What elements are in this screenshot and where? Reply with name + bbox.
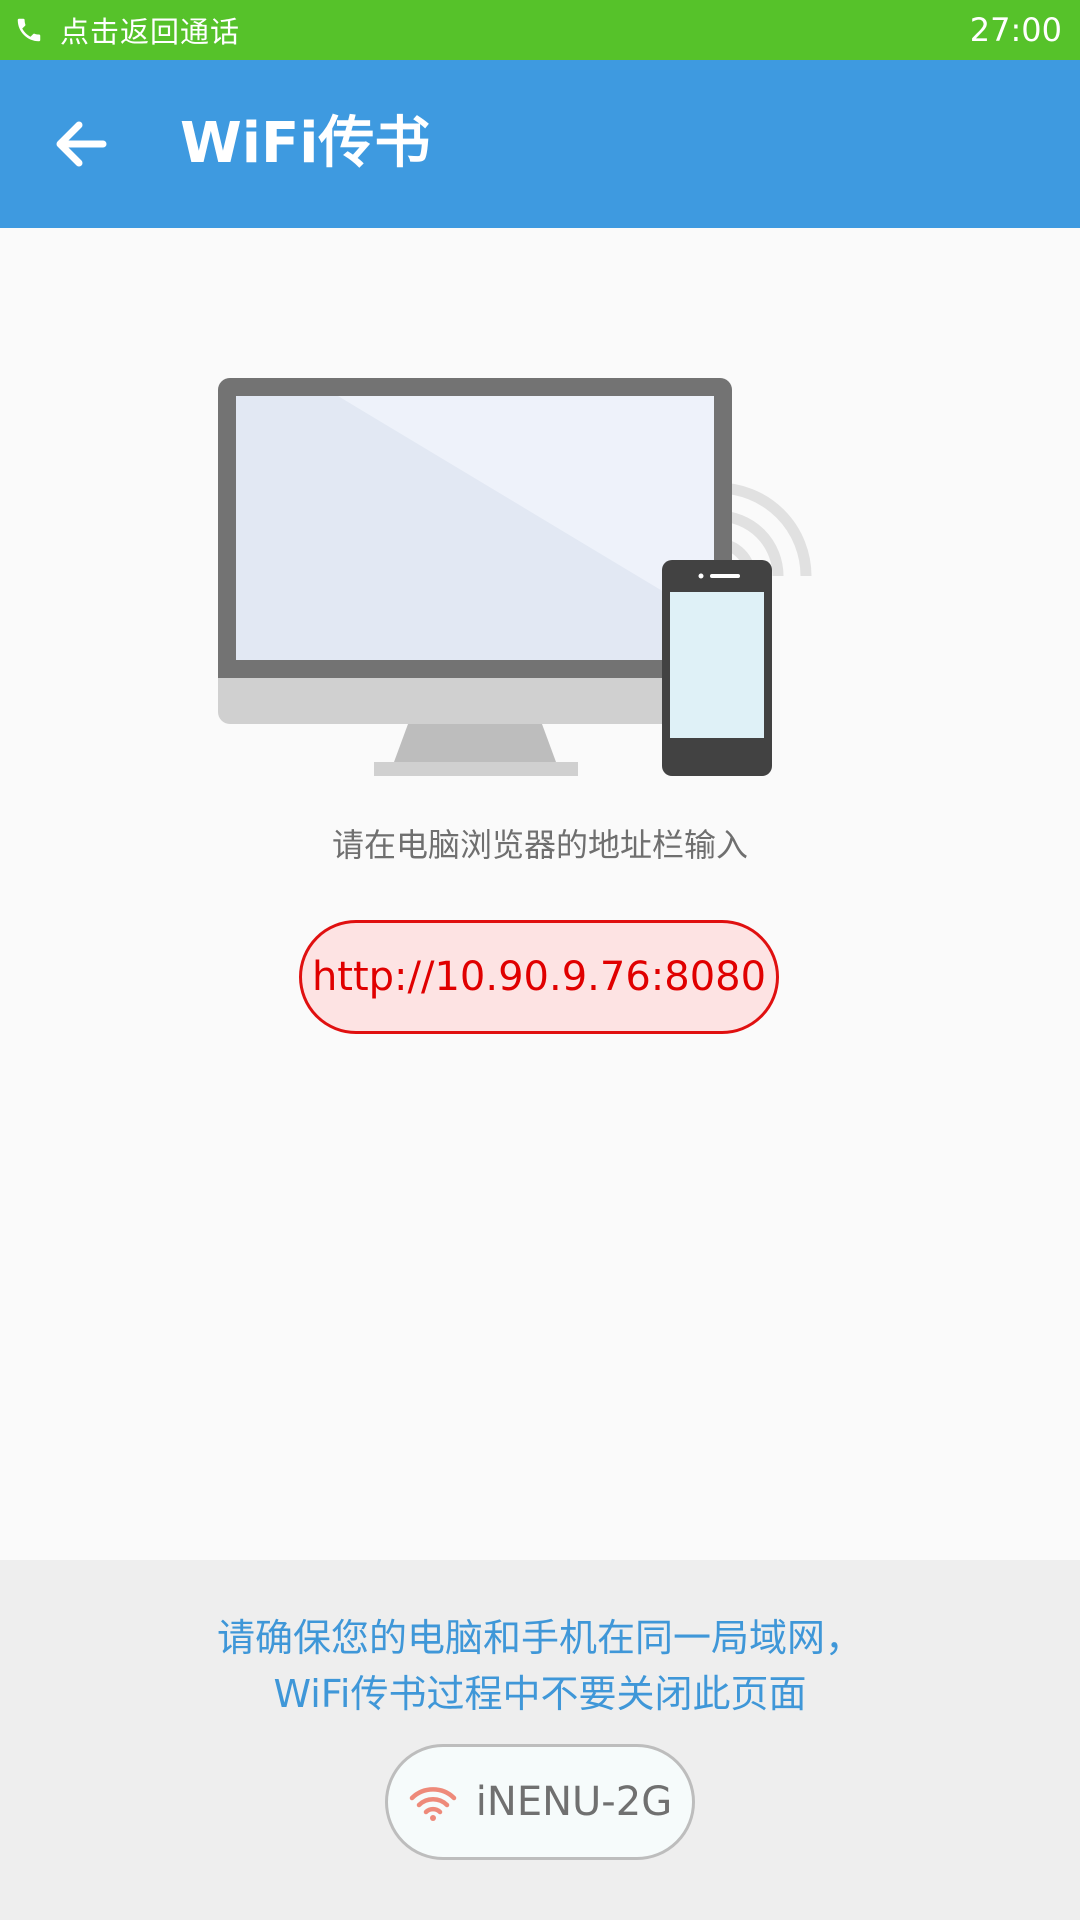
notice-line-1: 请确保您的电脑和手机在同一局域网，: [216, 1616, 863, 1660]
back-button[interactable]: [40, 104, 120, 184]
instruction-text: 请在电脑浏览器的地址栏输入: [331, 826, 748, 864]
phone-graphic: [662, 560, 772, 776]
wifi-icon: [409, 1787, 457, 1821]
status-time: 27:00: [969, 11, 1062, 49]
arrow-left-icon: [56, 121, 107, 167]
bottom-panel: 请确保您的电脑和手机在同一局域网， WiFi传书过程中不要关闭此页面 iNENU…: [0, 1560, 1080, 1920]
return-to-call-label: 点击返回通话: [60, 15, 241, 49]
monitor-graphic: [218, 378, 732, 776]
server-url[interactable]: http://10.90.9.76:8080: [299, 920, 779, 1034]
status-bar: 点击返回通话 27:00: [0, 0, 1080, 60]
network-name: iNENU-2G: [475, 1779, 673, 1825]
notice-line-2: WiFi传书过程中不要关闭此页面: [273, 1672, 807, 1716]
network-button[interactable]: iNENU-2G: [385, 1744, 695, 1860]
page-title: WiFi传书: [180, 111, 431, 176]
computer-phone-illustration: [218, 378, 812, 776]
return-to-call[interactable]: 点击返回通话: [14, 0, 240, 60]
phone-icon: [17, 18, 41, 42]
network-notice: 请确保您的电脑和手机在同一局域网， WiFi传书过程中不要关闭此页面: [0, 1610, 1080, 1722]
app-bar: WiFi传书: [0, 60, 1080, 228]
